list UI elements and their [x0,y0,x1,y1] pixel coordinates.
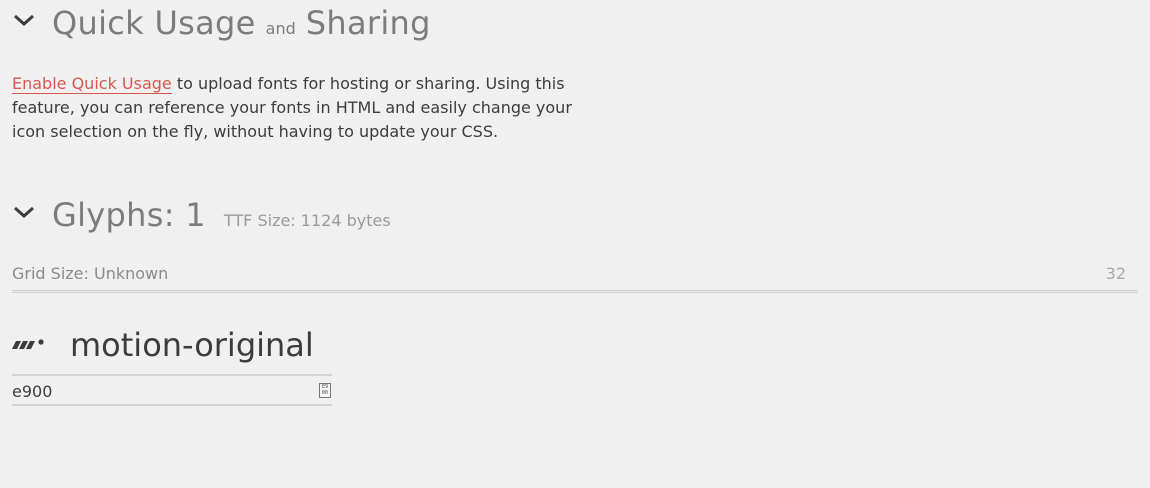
chevron-down-icon[interactable] [12,200,38,226]
glyph-item-header: motion-original [12,326,314,364]
glyph-code-field: E9 00 [12,374,332,406]
quick-usage-and: and [265,19,296,38]
ttf-size: TTF Size: 1124 bytes [223,211,391,230]
grid-size-row[interactable]: Grid Size: Unknown 32 [12,264,1138,293]
quick-usage-title: Quick Usage [52,4,256,42]
enable-quick-usage-link[interactable]: Enable Quick Usage [12,74,172,94]
quick-usage-header: Quick Usage and Sharing [12,4,431,42]
chevron-down-icon[interactable] [12,8,38,34]
glyph-code-input[interactable] [12,382,292,401]
glyph-name: motion-original [70,326,314,364]
quick-usage-description: Enable Quick Usage to upload fonts for h… [12,72,582,144]
sharing-title: Sharing [305,4,431,42]
glyphs-title: Glyphs: 1 [52,196,206,234]
glyphs-header: Glyphs: 1 TTF Size: 1124 bytes [12,196,391,234]
motion-icon [12,339,44,349]
grid-size-label: Grid Size: Unknown [12,264,169,283]
unicode-glyph-icon[interactable]: E9 00 [319,383,331,398]
grid-size-value: 32 [1105,264,1126,283]
